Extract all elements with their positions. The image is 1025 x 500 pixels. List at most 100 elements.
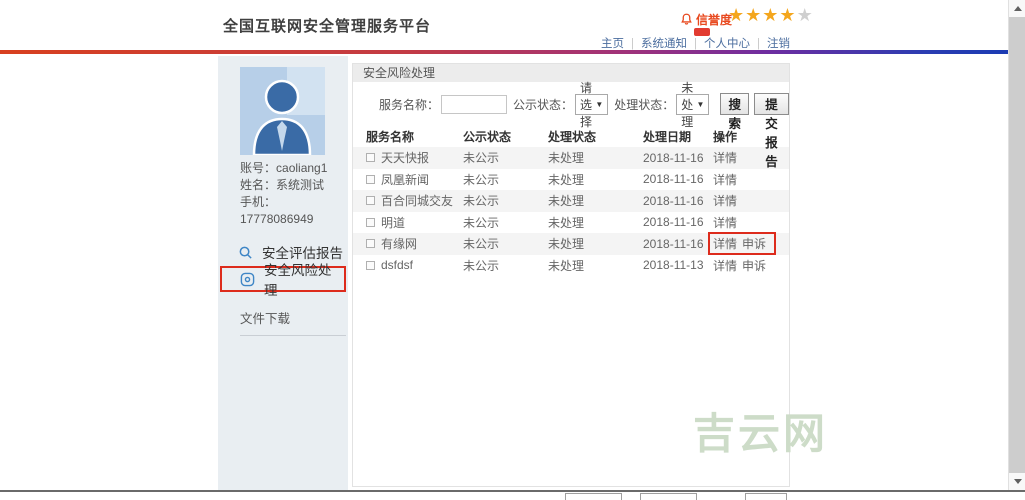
cell-publicity: 未公示 [463, 215, 500, 230]
nav-link-2[interactable]: 个人中心 [687, 35, 750, 51]
actions-highlight-box: 详情 申诉 [708, 232, 777, 256]
watermark: 吉云网 [693, 410, 829, 457]
col-header-actions: 操作 [713, 129, 738, 144]
publicity-status-label: 公示状态： [513, 97, 574, 112]
scroll-up-button[interactable] [1009, 0, 1025, 17]
search-icon [239, 246, 252, 259]
cell-actions: 详情 [713, 214, 786, 231]
pagination-button[interactable] [745, 493, 787, 500]
row-checkbox[interactable] [366, 260, 375, 270]
sidebar-item-risk-handling[interactable]: 安全风险处理 [220, 263, 346, 298]
cell-status: 未处理 [548, 258, 585, 273]
user-info: 账号：caoliang1 姓名：系统测试 手机：17778086949 [240, 160, 348, 228]
service-name: 百合同城交友 [381, 194, 454, 209]
scrollbar-thumb[interactable] [1009, 17, 1025, 473]
star-icon: ★ [728, 5, 746, 25]
cell-actions: 详情 [713, 149, 786, 166]
col-header-date: 处理日期 [643, 129, 692, 144]
search-button[interactable]: 搜索 [720, 93, 749, 131]
service-name-input[interactable] [441, 94, 508, 114]
star-icon: ★ [745, 5, 763, 25]
row-checkbox[interactable] [366, 174, 375, 184]
scroll-down-button[interactable] [1009, 473, 1025, 490]
cell-publicity: 未公示 [463, 258, 500, 273]
table-row: 凤凰新闻 未公示 未处理 2018-11-16 详情 [353, 169, 789, 191]
row-checkbox[interactable] [366, 217, 375, 227]
credibility: 信誉度 [680, 11, 732, 28]
table-row: 有缘网 未公示 未处理 2018-11-16 详情 申诉 [353, 232, 789, 256]
service-name: 天天快报 [381, 151, 430, 166]
user-phone: 手机：17778086949 [240, 195, 314, 226]
sidebar-item-label: 安全风险处理 [264, 263, 332, 298]
service-name: dsfdsf [381, 258, 414, 273]
table-row: 百合同城交友 未公示 未处理 2018-11-16 详情 [353, 190, 789, 212]
table-row: 天天快报 未公示 未处理 2018-11-16 详情 [353, 147, 789, 169]
cell-actions: 详情 申诉 [713, 257, 786, 274]
submit-report-button[interactable]: 提交报告 [753, 93, 789, 169]
cell-status: 未处理 [548, 194, 585, 209]
publicity-status-select[interactable]: 请选择 ▼ [575, 81, 609, 129]
appeal-link[interactable]: 申诉 [742, 259, 766, 273]
bottom-divider [0, 490, 1025, 492]
details-link[interactable]: 详情 [713, 151, 737, 165]
panel-title: 安全风险处理 [353, 64, 789, 82]
nav-link-1[interactable]: 系统通知 [624, 35, 687, 51]
cell-service-name: 天天快报 [353, 149, 463, 166]
header-gradient-divider [0, 50, 1008, 54]
table-body: 天天快报 未公示 未处理 2018-11-16 详情 凤凰新闻 未公示 未处理 2018-11-… [353, 147, 789, 276]
triangle-up-icon [1013, 6, 1022, 11]
row-checkbox[interactable] [366, 196, 375, 206]
col-header-service-name: 服务名称 [366, 129, 415, 144]
details-link[interactable]: 详情 [713, 237, 737, 251]
col-header-publicity: 公示状态 [463, 129, 512, 144]
cell-date: 2018-11-16 [643, 172, 704, 187]
cell-status: 未处理 [548, 237, 585, 252]
row-checkbox[interactable] [366, 153, 375, 163]
actions-group: 详情 [713, 171, 742, 188]
cell-status: 未处理 [548, 172, 585, 187]
triangle-down-icon [1013, 479, 1022, 484]
row-checkbox[interactable] [366, 239, 375, 249]
actions-group: 详情 [713, 214, 742, 231]
details-link[interactable]: 详情 [713, 216, 737, 230]
cell-actions: 详情 [713, 192, 786, 209]
top-nav: 主页系统通知个人中心注销 [0, 35, 790, 51]
chevron-down-icon: ▼ [595, 99, 604, 109]
details-link[interactable]: 详情 [713, 173, 737, 187]
cell-service-name: 明道 [353, 214, 463, 231]
actions-group: 详情 申诉 [713, 257, 771, 274]
process-status-value: 未处理 [681, 80, 694, 129]
cell-service-name: 凤凰新闻 [353, 171, 463, 188]
details-link[interactable]: 详情 [713, 194, 737, 208]
cell-publicity: 未公示 [463, 194, 500, 209]
details-link[interactable]: 详情 [713, 259, 737, 273]
sidebar-menu: 安全评估报告 安全风险处理 [218, 240, 348, 298]
process-status-label: 处理状态： [614, 97, 675, 112]
pagination-button[interactable] [640, 493, 697, 500]
rating-stars: ★★★★★ [728, 5, 814, 26]
avatar [240, 67, 325, 157]
cell-status: 未处理 [548, 215, 585, 230]
appeal-link[interactable]: 申诉 [742, 237, 766, 251]
cell-publicity: 未公示 [463, 237, 500, 252]
star-icon: ★ [796, 5, 814, 25]
pagination-button[interactable] [565, 493, 622, 500]
nav-link-0[interactable]: 主页 [601, 35, 624, 51]
actions-group: 详情 [713, 149, 742, 166]
cell-date: 2018-11-16 [643, 215, 704, 230]
user-name: 姓名：系统测试 [240, 178, 325, 192]
cell-date: 2018-11-13 [643, 258, 704, 273]
service-name: 凤凰新闻 [381, 172, 430, 187]
star-icon: ★ [762, 5, 780, 25]
cell-publicity: 未公示 [463, 151, 500, 166]
service-name-label: 服务名称： [379, 97, 440, 112]
target-icon [240, 272, 255, 286]
cell-date: 2018-11-16 [643, 236, 704, 251]
cell-service-name: 百合同城交友 [353, 192, 463, 209]
cell-service-name: 有缘网 [353, 235, 463, 252]
page-title: 全国互联网安全管理服务平台 [223, 18, 432, 35]
process-status-select[interactable]: 未处理 ▼ [676, 81, 710, 129]
sidebar-item-file-download[interactable]: 文件下载 [240, 308, 346, 336]
nav-link-3[interactable]: 注销 [750, 35, 790, 51]
chevron-down-icon: ▼ [696, 99, 705, 109]
